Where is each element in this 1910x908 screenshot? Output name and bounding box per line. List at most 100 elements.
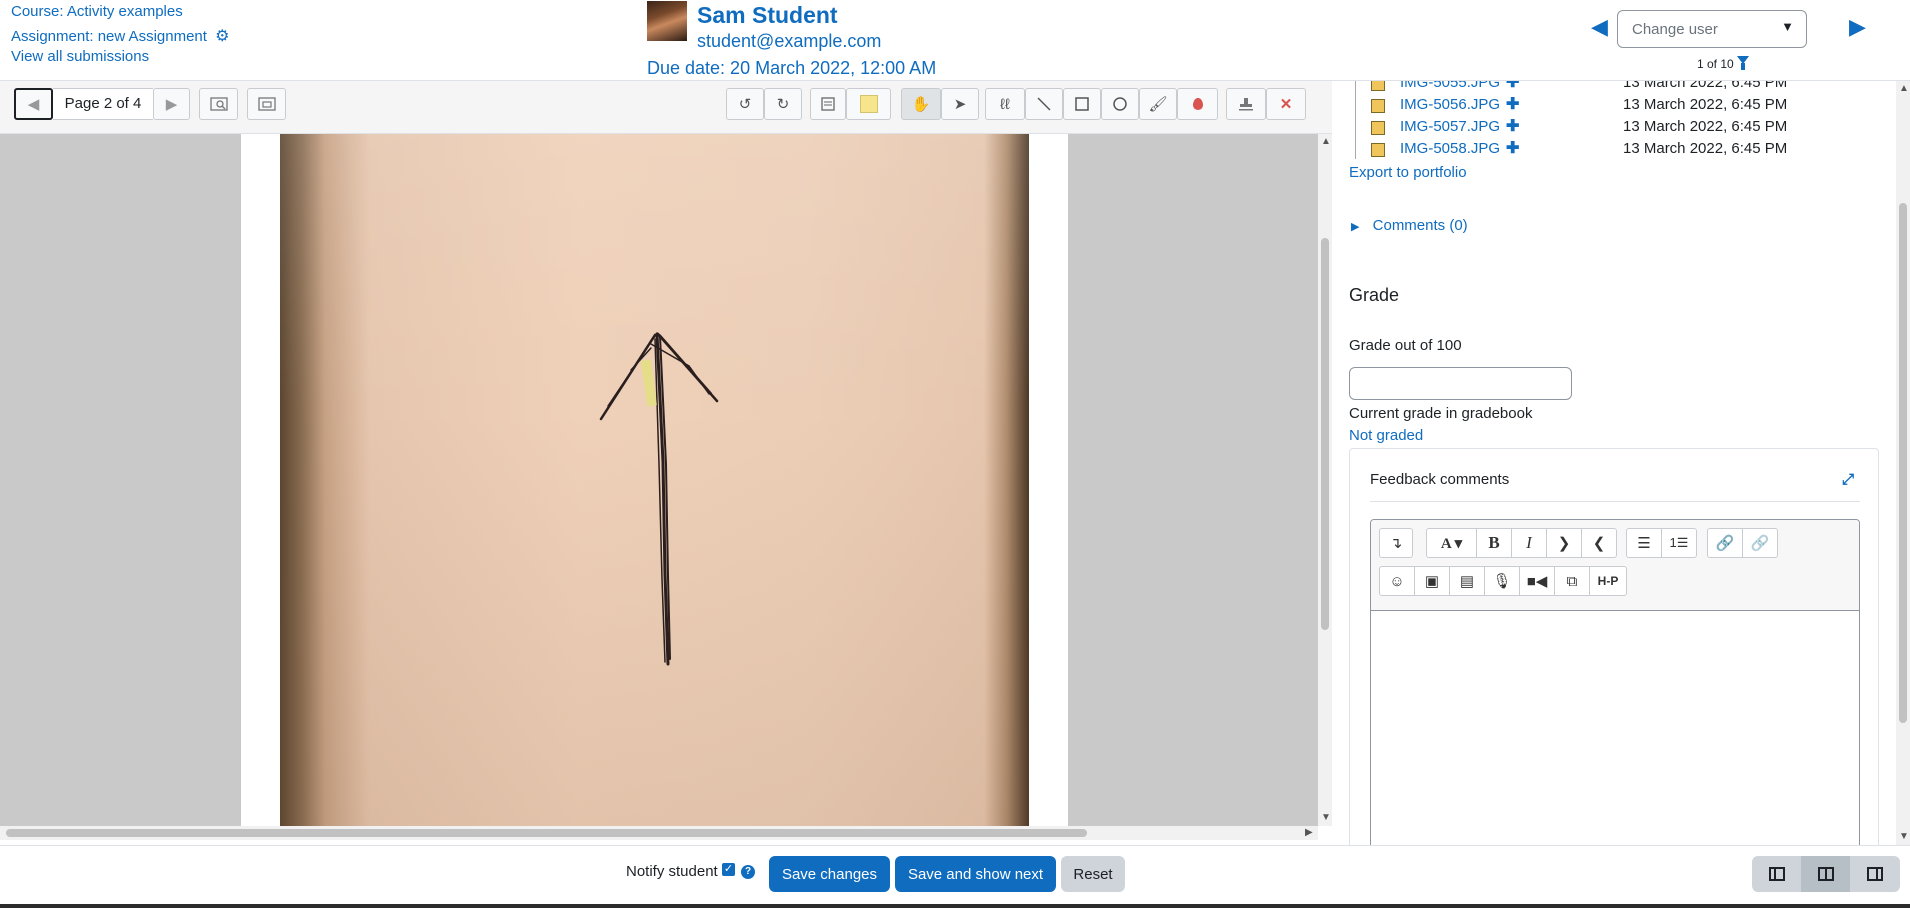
comment-colour-button[interactable] <box>846 88 891 120</box>
gear-icon[interactable]: ⚙ <box>215 28 229 45</box>
rotate-right-icon: ↻ <box>776 96 790 113</box>
highlight-tool-button[interactable]: 🖌 <box>1139 88 1177 120</box>
page-selector[interactable]: Page 2 of 4 <box>53 88 153 120</box>
document-vertical-scrollbar[interactable]: ▲ ▼ <box>1318 134 1332 826</box>
feedback-editor[interactable]: ↴ A ▾ B I ❯ ❮ ☰ 1☰ 🔗 🔗 ☺ ▣ ▤ 🎙 ■◀ ⧉ H-P <box>1370 519 1860 845</box>
assignment-link-label: Assignment: new Assignment <box>11 28 207 45</box>
file-tree-line <box>1355 81 1356 159</box>
file-link[interactable]: IMG-5055.JPG <box>1400 81 1500 91</box>
plus-icon[interactable]: ✚ <box>1506 94 1519 114</box>
line-tool-button[interactable] <box>1025 88 1063 120</box>
collapse-grade-panel-button[interactable] <box>1752 856 1801 892</box>
stamp-icon <box>1239 98 1253 111</box>
emoji-button[interactable]: ☺ <box>1379 566 1415 596</box>
grading-panel: IMG-5055.JPG ✚ 13 March 2022, 6:45 PM IM… <box>1333 81 1910 845</box>
indent-button[interactable]: ❯ <box>1546 528 1582 558</box>
default-layout-button[interactable] <box>1801 856 1850 892</box>
plus-icon[interactable]: ✚ <box>1506 81 1519 92</box>
previous-user-icon[interactable]: ◀ <box>1591 14 1608 40</box>
help-icon[interactable]: ? <box>741 865 755 879</box>
document-viewer[interactable] <box>0 134 1318 826</box>
rotate-left-button[interactable]: ↺ <box>726 88 764 120</box>
scroll-down-icon[interactable]: ▼ <box>1899 831 1909 842</box>
image-button[interactable]: ▣ <box>1414 566 1450 596</box>
pdf-page[interactable] <box>241 134 1068 826</box>
user-count: 1 of 10 <box>1697 57 1734 71</box>
editor-toolbar: ↴ A ▾ B I ❯ ❮ ☰ 1☰ 🔗 🔗 ☺ ▣ ▤ 🎙 ■◀ ⧉ H-P <box>1371 520 1859 611</box>
pan-tool-button[interactable]: ✋ <box>901 88 941 120</box>
image-icon: ▣ <box>1424 573 1440 590</box>
previous-page-button[interactable]: ◀ <box>14 88 53 120</box>
oval-tool-button[interactable] <box>1101 88 1139 120</box>
h5p-button[interactable]: H-P <box>1589 566 1627 596</box>
toolbar-toggle-button[interactable]: ↴ <box>1379 528 1413 558</box>
course-link[interactable]: Course: Activity examples <box>11 3 183 20</box>
file-link[interactable]: IMG-5056.JPG <box>1400 96 1500 113</box>
scroll-up-icon[interactable]: ▲ <box>1899 83 1909 94</box>
video-camera-icon: ■◀ <box>1526 573 1548 590</box>
image-file-icon <box>1371 81 1385 91</box>
oval-icon <box>1113 97 1127 111</box>
manage-files-button[interactable]: ⧉ <box>1554 566 1590 596</box>
assignment-link[interactable]: Assignment: new Assignment ⚙ <box>11 26 229 46</box>
expand-icon[interactable]: ⤢ <box>1842 471 1854 488</box>
grade-input[interactable] <box>1349 367 1572 400</box>
scroll-up-icon[interactable]: ▲ <box>1321 136 1331 147</box>
bullet-list-button[interactable]: ☰ <box>1626 528 1662 558</box>
rotate-right-button[interactable]: ↻ <box>764 88 802 120</box>
link-icon: 🔗 <box>1715 535 1735 552</box>
select-tool-button[interactable]: ➤ <box>941 88 979 120</box>
stamp-tool-button[interactable] <box>1226 88 1266 120</box>
rectangle-tool-button[interactable] <box>1063 88 1101 120</box>
change-user-select[interactable]: Change user ▼ <box>1617 10 1807 48</box>
expand-fullscreen-button[interactable] <box>247 88 286 120</box>
media-button[interactable]: ▤ <box>1449 566 1485 596</box>
plus-icon[interactable]: ✚ <box>1506 116 1519 136</box>
comments-link: Comments (0) <box>1372 217 1468 234</box>
bold-button[interactable]: B <box>1476 528 1512 558</box>
pen-tool-button[interactable]: ℓℓ <box>985 88 1025 120</box>
file-media-icon: ▤ <box>1459 573 1475 590</box>
chevron-right-icon: ❯ <box>1557 535 1571 552</box>
comment-tool-button[interactable] <box>810 88 846 120</box>
record-video-button[interactable]: ■◀ <box>1519 566 1555 596</box>
not-graded-link[interactable]: Not graded <box>1349 427 1423 444</box>
font-style-button[interactable]: A ▾ <box>1426 528 1477 558</box>
search-comments-button[interactable] <box>199 88 238 120</box>
change-user-placeholder: Change user <box>1632 21 1718 38</box>
file-link[interactable]: IMG-5058.JPG <box>1400 140 1500 157</box>
user-name-link[interactable]: Sam Student <box>697 2 838 29</box>
numbered-list-button[interactable]: 1☰ <box>1661 528 1697 558</box>
scroll-right-icon[interactable]: ▶ <box>1305 827 1313 838</box>
smiley-icon: ☺ <box>1389 572 1405 590</box>
collapse-review-panel-button[interactable] <box>1850 856 1900 892</box>
link-button[interactable]: 🔗 <box>1707 528 1743 558</box>
unlink-button[interactable]: 🔗 <box>1742 528 1778 558</box>
export-to-portfolio-link[interactable]: Export to portfolio <box>1349 164 1467 181</box>
save-changes-button[interactable]: Save changes <box>769 856 890 892</box>
notify-student-checkbox[interactable]: ✓ <box>722 863 735 876</box>
delete-annotation-button[interactable]: ✕ <box>1266 88 1306 120</box>
numbered-list-icon: 1☰ <box>1669 535 1689 550</box>
save-and-show-next-button[interactable]: Save and show next <box>895 856 1056 892</box>
hand-icon: ✋ <box>911 96 931 113</box>
annotation-colour-button[interactable] <box>1177 88 1218 120</box>
scroll-down-icon[interactable]: ▼ <box>1321 812 1331 823</box>
italic-button[interactable]: I <box>1511 528 1547 558</box>
reset-button[interactable]: Reset <box>1061 856 1125 892</box>
panel-vertical-scrollbar[interactable]: ▲ ▼ <box>1896 81 1910 845</box>
next-page-button[interactable]: ▶ <box>153 88 190 120</box>
layout-toggle-group <box>1752 856 1900 892</box>
comments-toggle[interactable]: ▶ Comments (0) <box>1351 217 1468 234</box>
file-date: 13 March 2022, 6:45 PM <box>1623 118 1788 135</box>
outdent-button[interactable]: ❮ <box>1581 528 1617 558</box>
file-link[interactable]: IMG-5057.JPG <box>1400 118 1500 135</box>
triangle-right-icon: ▶ <box>165 96 178 113</box>
plus-icon[interactable]: ✚ <box>1506 138 1519 158</box>
view-all-submissions-link[interactable]: View all submissions <box>11 48 149 65</box>
next-user-icon[interactable]: ▶ <box>1849 14 1866 40</box>
filter-icon[interactable] <box>1737 56 1749 70</box>
document-horizontal-scrollbar[interactable]: ▶ <box>0 826 1318 840</box>
record-audio-button[interactable]: 🎙 <box>1484 566 1520 596</box>
user-email-link[interactable]: student@example.com <box>697 31 881 52</box>
